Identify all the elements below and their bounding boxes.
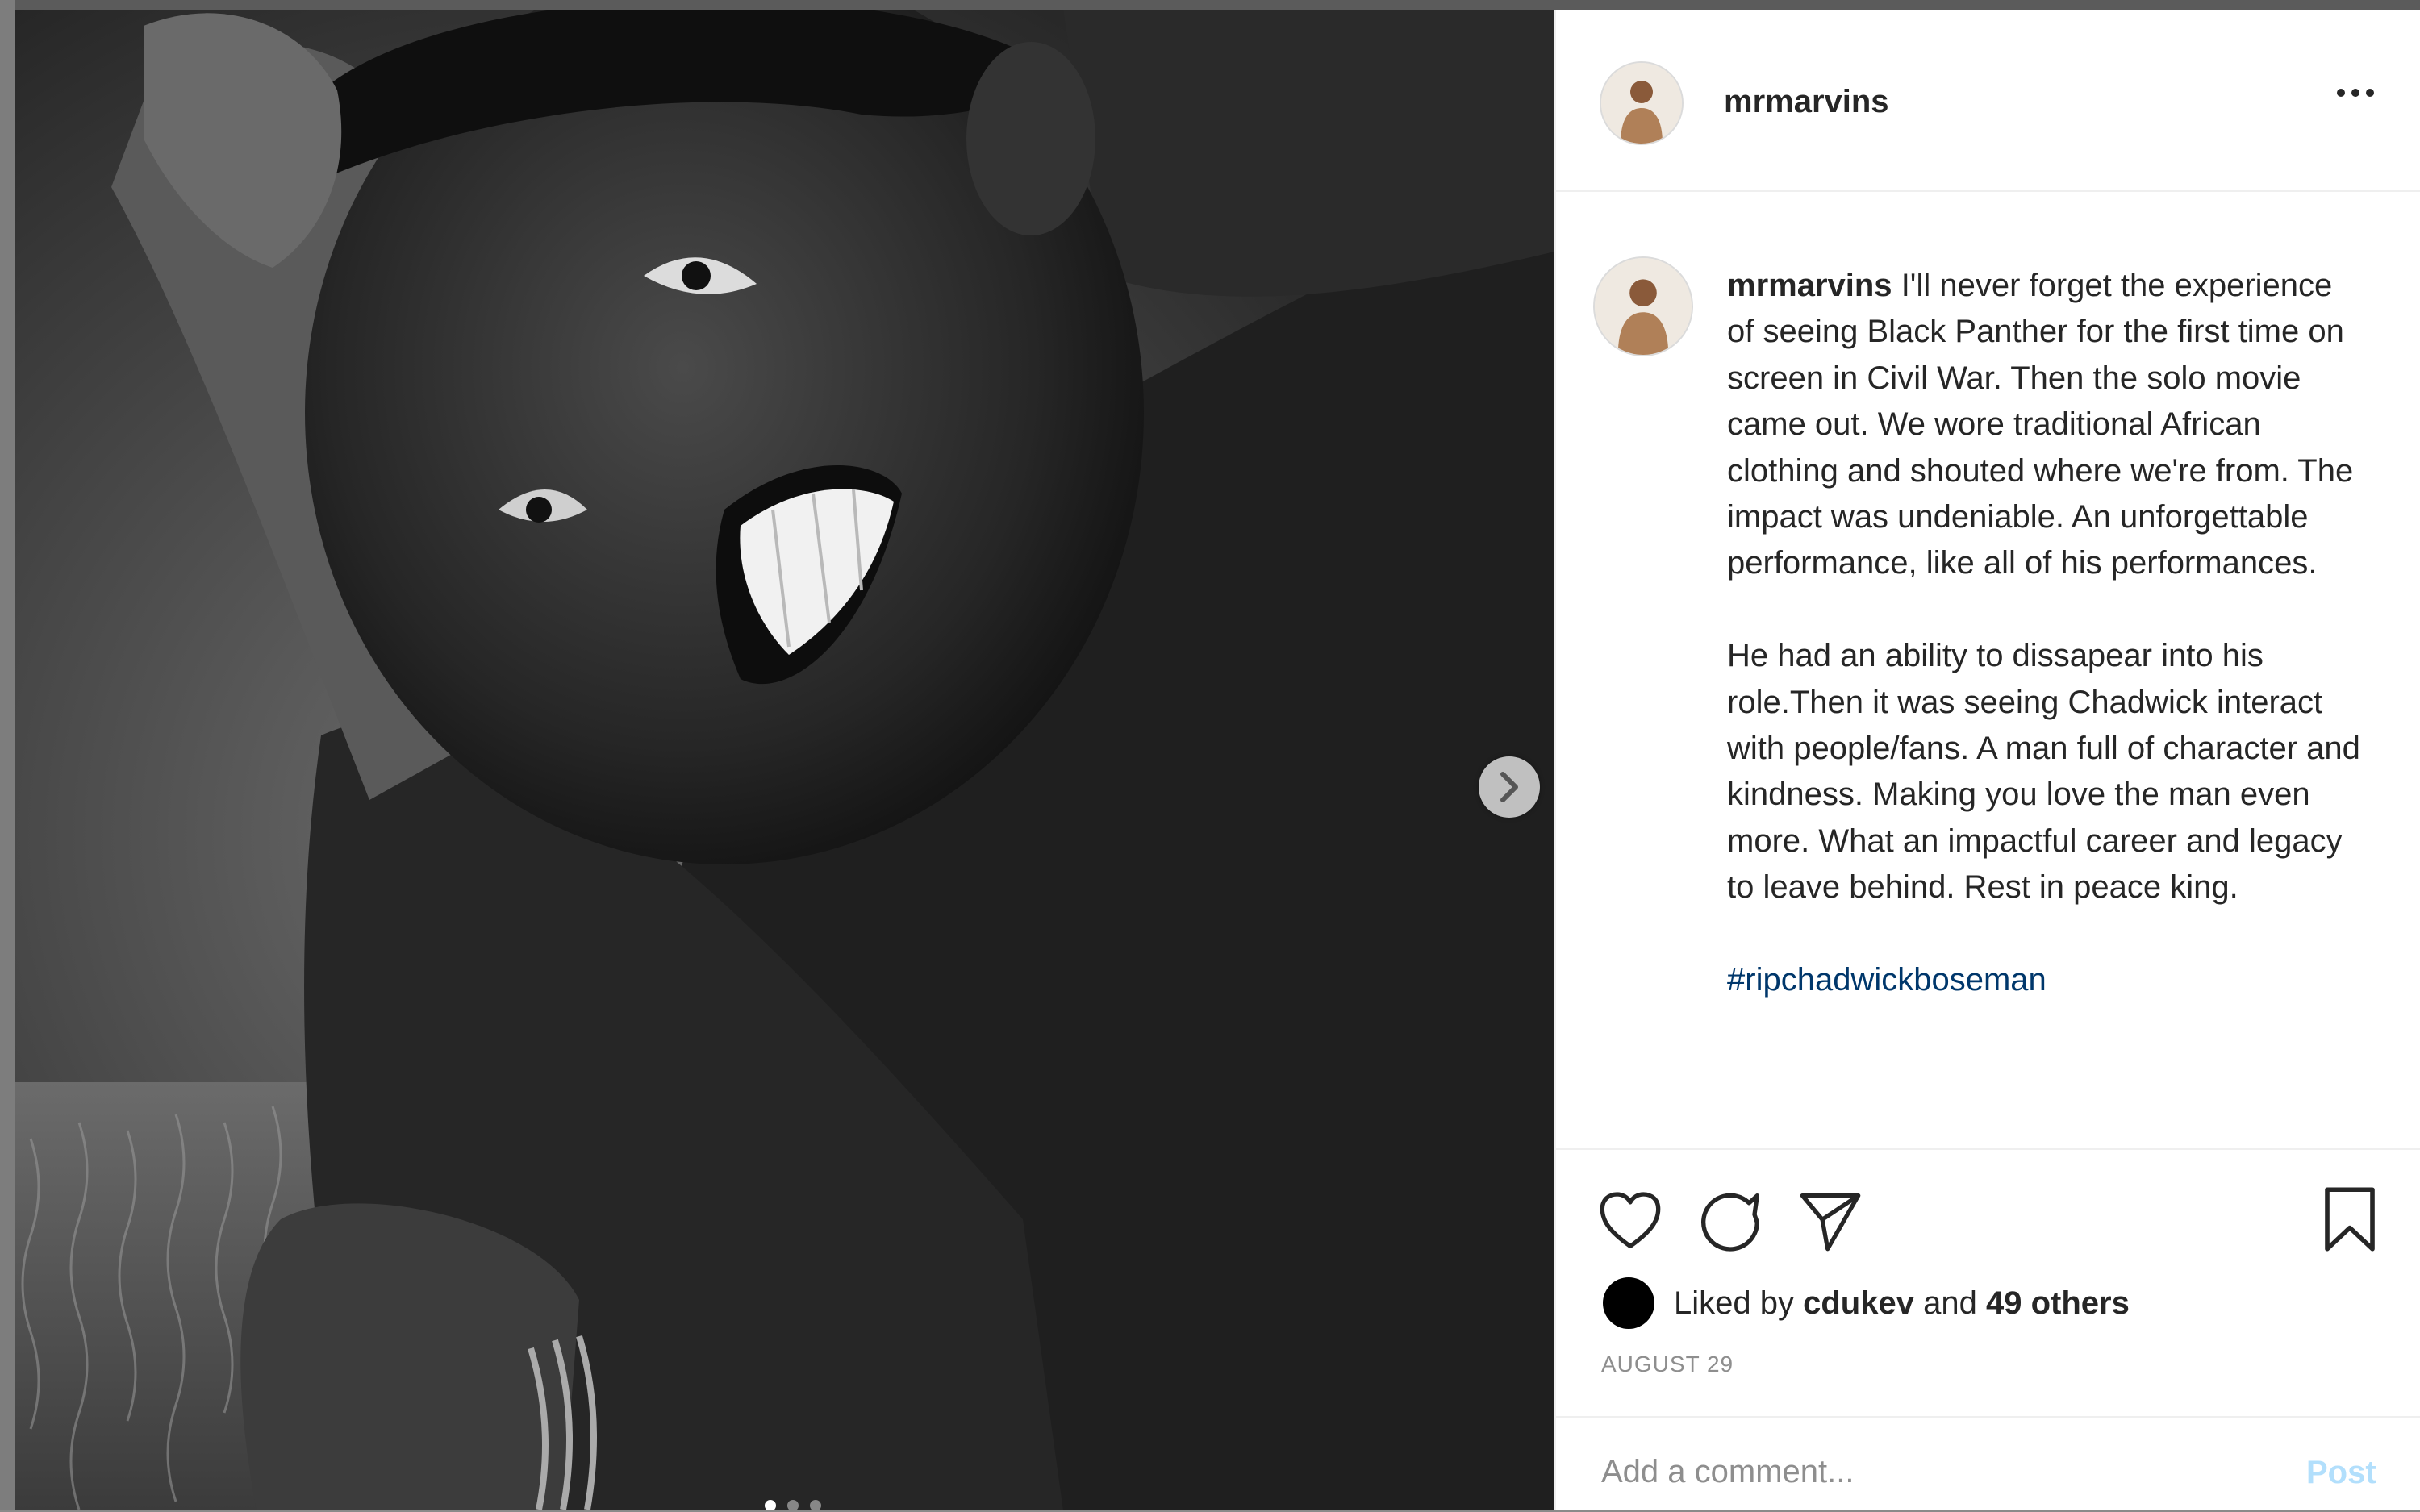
post-photo[interactable] — [15, 10, 1554, 1510]
photo-image — [15, 10, 1554, 1510]
post-side-panel: mrmarvins mrmarvins I'll never forget th… — [1554, 10, 2420, 1510]
likes-others-link[interactable]: 49 others — [1986, 1285, 2130, 1322]
author-username[interactable]: mrmarvins — [1724, 84, 1889, 120]
hashtag-link[interactable]: #ripchadwickboseman — [1727, 962, 2047, 998]
liker-avatar[interactable] — [1603, 1277, 1654, 1329]
carousel-dot — [787, 1500, 799, 1510]
carousel-indicator — [765, 1500, 821, 1510]
avatar-image — [1595, 258, 1692, 355]
liker-username[interactable]: cdukev — [1803, 1285, 1914, 1322]
post-actions: Liked by cdukev and 49 others AUGUST 29 … — [1556, 1148, 2420, 1510]
post-caption: mrmarvins I'll never forget the experien… — [1727, 263, 2364, 1003]
post-header: mrmarvins — [1556, 10, 2420, 192]
comment-input[interactable] — [1600, 1453, 2248, 1491]
carousel-next-button[interactable] — [1479, 756, 1540, 818]
caption-section: mrmarvins I'll never forget the experien… — [1556, 192, 2420, 1160]
likes-middle: and — [1923, 1285, 1977, 1321]
comment-bar: Post — [1556, 1416, 2420, 1512]
post-comment-button[interactable]: Post — [2306, 1455, 2376, 1491]
likes-prefix: Liked by — [1674, 1285, 1794, 1321]
caption-username[interactable]: mrmarvins — [1727, 268, 1892, 303]
caption-paragraph-1: I'll never forget the experience of seei… — [1727, 268, 2354, 581]
bookmark-icon[interactable] — [2321, 1185, 2379, 1253]
post-date[interactable]: AUGUST 29 — [1601, 1352, 1734, 1377]
likes-summary: Liked by cdukev and 49 others — [1603, 1277, 2130, 1329]
caption-author-avatar[interactable] — [1593, 256, 1693, 356]
caption-paragraph-2: He had an ability to dissapear into his … — [1727, 638, 2360, 906]
chevron-right-icon — [1500, 772, 1518, 802]
comment-icon[interactable] — [1698, 1190, 1763, 1255]
avatar-image — [1601, 63, 1682, 144]
carousel-dot — [810, 1500, 821, 1510]
carousel-dot-active — [765, 1500, 776, 1510]
more-options-icon[interactable] — [2337, 89, 2374, 97]
browser-top-strip — [0, 0, 2420, 10]
heart-icon[interactable] — [1598, 1190, 1663, 1252]
author-avatar[interactable] — [1600, 61, 1684, 145]
window-left-edge — [0, 0, 15, 1510]
share-icon[interactable] — [1798, 1190, 1863, 1252]
